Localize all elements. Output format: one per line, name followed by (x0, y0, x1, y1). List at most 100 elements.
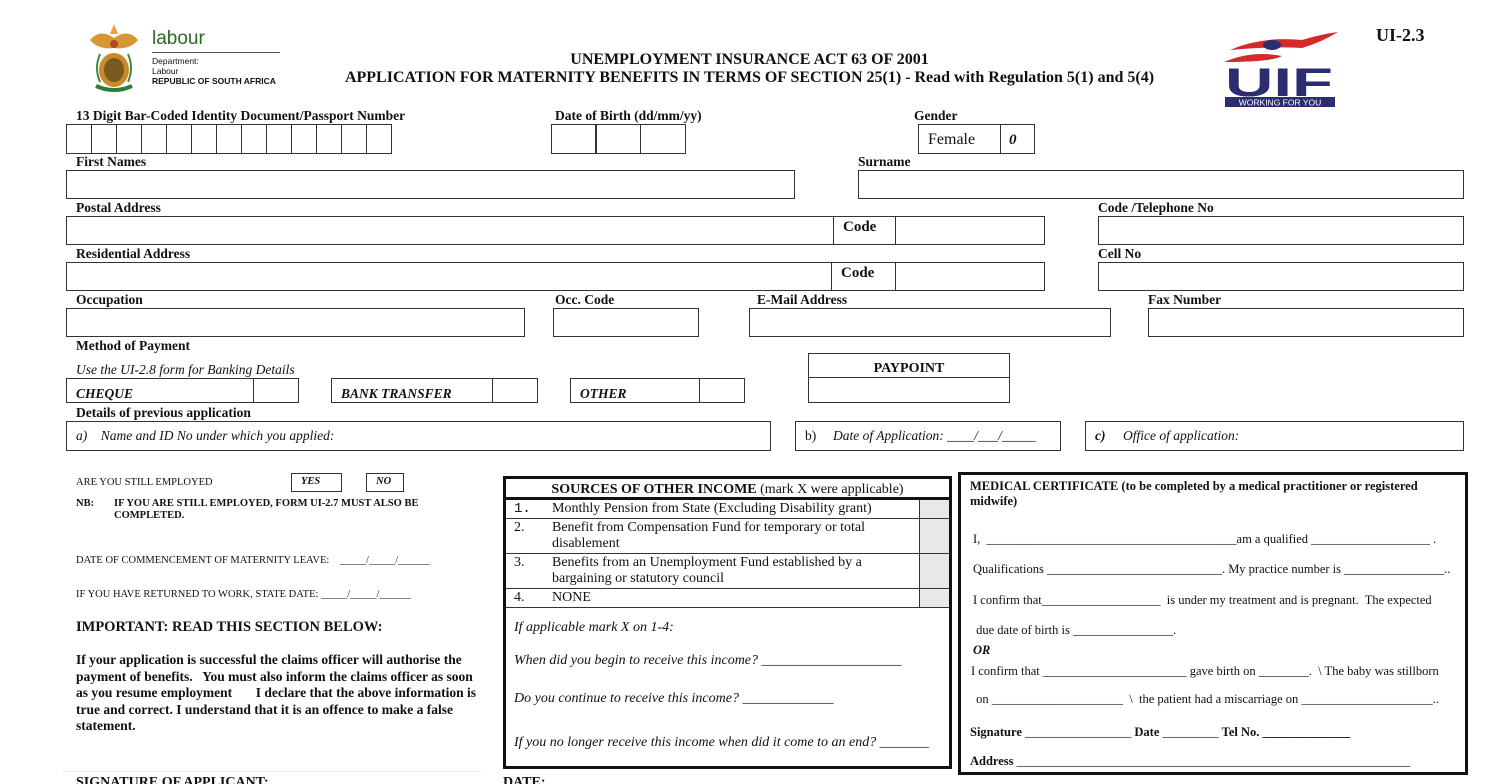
residential-address-input[interactable]: Code (66, 262, 1045, 291)
id-digit-box[interactable] (140, 124, 167, 154)
postal-address-input[interactable]: Code (66, 216, 1045, 245)
income-source-checkbox[interactable] (918, 500, 949, 519)
email-input[interactable] (749, 308, 1111, 337)
medical-tel-blank[interactable]: ______________ (1263, 725, 1351, 739)
previous-application-label: Details of previous application (76, 405, 251, 420)
income-continue-question[interactable]: Do you continue to receive this income? … (514, 691, 833, 707)
id-digit-box[interactable] (315, 124, 342, 154)
medical-line-stillborn[interactable]: on _____________________ \ the patient h… (973, 692, 1439, 707)
applicant-date-label[interactable]: DATE: (503, 775, 546, 784)
previous-office-prefix: c) (1095, 428, 1106, 443)
previous-date-field[interactable]: b) Date of Application: ____/___/_____ (795, 421, 1061, 451)
payment-method-label: Method of Payment (76, 338, 190, 353)
payment-option-bank-transfer[interactable]: BANK TRANSFER (331, 378, 538, 403)
employed-yes-box[interactable]: YES (291, 473, 342, 492)
declaration-text: If your application is successful the cl… (76, 652, 480, 733)
previous-office-field[interactable]: c) Office of application: (1085, 421, 1464, 451)
other-income-title-bold: SOURCES OF OTHER INCOME (551, 482, 757, 497)
id-digit-box[interactable] (65, 124, 92, 154)
other-income-panel: SOURCES OF OTHER INCOME (mark X were app… (503, 476, 952, 769)
postal-address-label: Postal Address (76, 200, 161, 215)
income-source-checkbox[interactable] (918, 588, 949, 608)
id-number-boxes[interactable] (65, 124, 392, 154)
medical-certificate-title: MEDICAL CERTIFICATE (to be completed by … (970, 479, 1418, 508)
income-end-question[interactable]: If you no longer receive this income whe… (514, 735, 929, 751)
id-digit-box[interactable] (265, 124, 292, 154)
income-source-text: Benefit from Compensation Fund for tempo… (552, 518, 919, 554)
uif-tagline: WORKING FOR YOU (1239, 98, 1322, 108)
gender-value: Female (928, 131, 976, 148)
id-digit-box[interactable] (240, 124, 267, 154)
dob-year-box[interactable] (640, 124, 687, 154)
medical-line-due-date[interactable]: due date of birth is ________________. (973, 623, 1176, 638)
medical-line-qualifications[interactable]: Qualifications _________________________… (973, 562, 1450, 577)
medical-line-practitioner[interactable]: I, _____________________________________… (973, 532, 1436, 547)
dob-day-box[interactable] (550, 124, 597, 154)
income-source-row: 1. Monthly Pension from State (Excluding … (506, 500, 949, 519)
returned-to-work-date[interactable]: IF YOU HAVE RETURNED TO WORK, STATE DATE… (76, 589, 411, 600)
maternity-leave-date[interactable]: DATE OF COMMENCEMENT OF MATERNITY LEAVE:… (76, 555, 430, 566)
dob-boxes[interactable] (550, 124, 687, 154)
form-title-text: APPLICATION FOR MATERNITY BENEFITS IN TE… (344, 69, 1155, 86)
id-digit-box[interactable] (290, 124, 317, 154)
employed-no-box[interactable]: NO (366, 473, 404, 492)
income-source-row: 3. Benefits from an Unemployment Fund est… (506, 553, 949, 589)
cell-label: Cell No (1098, 246, 1142, 261)
medical-address-blank[interactable]: ________________________________________… (1017, 754, 1411, 768)
occ-code-input[interactable] (553, 308, 699, 337)
id-digit-box[interactable] (190, 124, 217, 154)
income-source-text: Monthly Pension from State (Excluding Di… (552, 500, 919, 519)
dob-month-box[interactable] (595, 124, 642, 154)
medical-or-label: OR (973, 643, 991, 657)
medical-signature-blank[interactable]: _________________ (1025, 725, 1131, 739)
income-source-checkbox[interactable] (918, 518, 949, 554)
previous-date-prefix: b) (805, 428, 817, 443)
medical-line-birth[interactable]: I confirm that _______________________ g… (971, 664, 1439, 679)
income-source-number: 3. (506, 553, 552, 589)
first-names-input[interactable] (66, 170, 795, 199)
medical-signature-row: Signature _________________ Date _______… (970, 725, 1350, 740)
id-digit-box[interactable] (340, 124, 367, 154)
surname-input[interactable] (858, 170, 1464, 199)
medical-address-row: Address ________________________________… (970, 754, 1410, 769)
payment-option-cheque[interactable]: CHEQUE (66, 378, 299, 403)
income-source-row: 2. Benefit from Compensation Fund for tem… (506, 518, 949, 554)
fax-input[interactable] (1148, 308, 1464, 337)
paypoint-label: PAYPOINT (873, 361, 945, 376)
previous-name-id-label: a) Name and ID No under which you applie… (76, 428, 335, 443)
income-source-row: 4. NONE (506, 588, 949, 608)
telephone-input[interactable] (1098, 216, 1464, 245)
yes-label: YES (301, 476, 321, 487)
medical-line-pregnant[interactable]: I confirm that___________________ is und… (973, 593, 1432, 608)
applicant-signature-label[interactable]: SIGNATURE OF APPLICANT: (76, 775, 269, 784)
id-number-label: 13 Digit Bar-Coded Identity Document/Pas… (76, 108, 406, 123)
id-digit-box[interactable] (90, 124, 117, 154)
act-title-text: UNEMPLOYMENT INSURANCE ACT 63 OF 2001 (570, 51, 929, 68)
medical-tel-label: Tel No. (1221, 725, 1260, 739)
income-source-text: Benefits from an Unemployment Fund estab… (552, 553, 919, 589)
income-sources-table: 1. Monthly Pension from State (Excluding … (506, 500, 949, 608)
id-digit-box[interactable] (365, 124, 392, 154)
residential-address-label: Residential Address (76, 246, 191, 261)
id-digit-box[interactable] (165, 124, 192, 154)
income-source-checkbox[interactable] (918, 553, 949, 589)
income-begin-question[interactable]: When did you begin to receive this incom… (514, 653, 902, 669)
form-code: UI-2.3 (1376, 25, 1425, 45)
cell-input[interactable] (1098, 262, 1464, 291)
occupation-label: Occupation (76, 292, 143, 307)
postal-code-label: Code (843, 219, 877, 235)
paypoint-field[interactable]: PAYPOINT (808, 353, 1010, 403)
payment-option-other[interactable]: OTHER (570, 378, 745, 403)
id-digit-box[interactable] (115, 124, 142, 154)
medical-address-label: Address (970, 754, 1014, 768)
income-source-number: 4. (506, 588, 552, 608)
other-income-title: SOURCES OF OTHER INCOME (mark X were app… (506, 479, 949, 500)
medical-date-blank[interactable]: _________ (1163, 725, 1219, 739)
important-heading: IMPORTANT: READ THIS SECTION BELOW: (76, 619, 383, 635)
nb-label: NB: (76, 498, 95, 509)
signature-divider (62, 771, 482, 772)
id-digit-box[interactable] (215, 124, 242, 154)
gender-field[interactable]: Female 0 (918, 124, 1035, 154)
occupation-input[interactable] (66, 308, 525, 337)
previous-name-id-field[interactable]: a) Name and ID No under which you applie… (66, 421, 771, 451)
